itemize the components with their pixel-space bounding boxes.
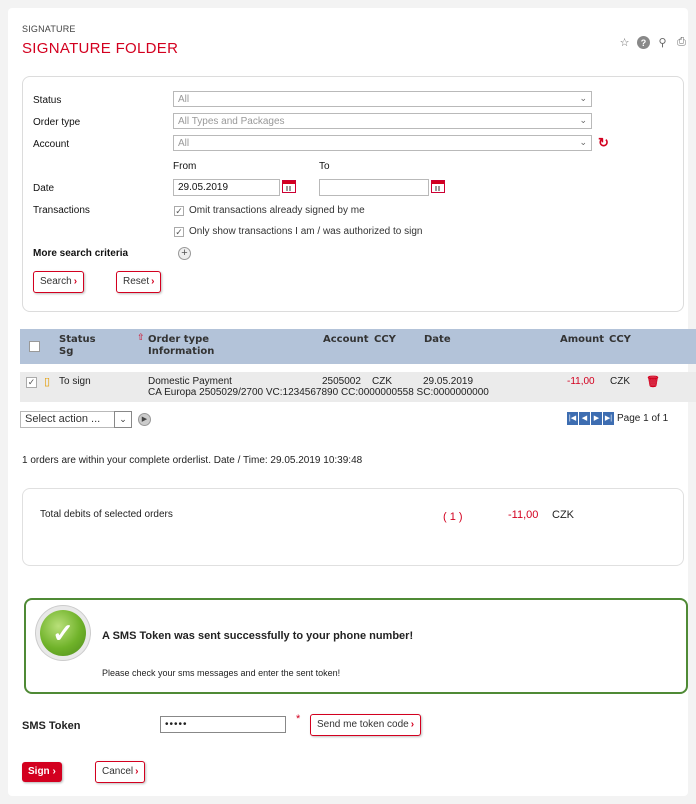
chevron-right-icon: › [410,719,415,730]
first-page-icon[interactable]: |◀ [567,412,578,425]
help-icon[interactable]: ? [637,36,650,49]
totals-ccy: CZK [552,509,574,521]
document-icon: ▯ [44,376,51,388]
date-from-input[interactable]: 29.05.2019 [173,179,280,196]
totals-count: ( 1 ) [443,511,463,523]
run-action-icon[interactable]: ▶ [138,413,151,426]
sign-button-label: Sign [28,766,50,777]
col-order-type[interactable]: Order type [148,334,209,345]
row-date: 29.05.2019 [423,376,474,387]
last-page-icon[interactable]: ▶| [603,412,614,425]
required-mark: * [296,713,301,725]
account-select-value: All [178,138,190,149]
only-authorized-label: Only show transactions I am / was author… [189,226,423,237]
transactions-label: Transactions [33,205,90,216]
send-token-button-label: Send me token code [317,719,409,730]
reset-button[interactable]: Reset › [116,271,162,293]
chevron-down-icon: ⌄ [579,93,587,103]
page-indicator: Page 1 of 1 [617,413,669,424]
row-amount-ccy: CZK [610,376,630,387]
order-type-select-value: All Types and Packages [178,116,285,127]
col-status[interactable]: Status [59,334,96,345]
pager: |◀ ◀ ▶ ▶| Page 1 of 1 [567,412,668,425]
delete-icon[interactable]: 🗑 [646,375,660,388]
row-information: CA Europa 2505029/2700 VC:1234567890 CC:… [148,387,489,398]
col-date[interactable]: Date [424,334,451,345]
row-status: To sign [59,376,91,387]
reset-button-label: Reset [123,276,150,287]
select-all-checkbox[interactable] [29,341,40,352]
star-icon[interactable]: ☆ [618,36,631,49]
to-label: To [319,161,330,172]
table-header: Status Sg ⇧ Order type Information Accou… [20,329,696,364]
row-amount: -11,00 [567,376,595,387]
expand-criteria-icon[interactable]: + [178,247,191,260]
sms-token-label: SMS Token [22,720,81,732]
cancel-button[interactable]: Cancel › [95,761,146,783]
status-select[interactable]: All ⌄ [173,91,592,107]
refresh-icon[interactable]: ↻ [598,135,609,151]
chevron-right-icon: › [135,766,139,777]
search-button-label: Search [40,276,72,287]
action-select[interactable]: Select action ... [20,411,116,428]
prev-page-icon[interactable]: ◀ [579,412,590,425]
action-dropdown-toggle[interactable]: ⌄ [114,411,132,428]
chevron-right-icon: › [73,276,78,287]
account-select[interactable]: All ⌄ [173,135,592,151]
col-information: Information [148,346,215,357]
calendar-icon[interactable] [282,180,296,193]
row-checkbox[interactable]: ✓ [26,377,37,388]
chevron-down-icon: ⌄ [579,115,587,125]
sms-token-input[interactable]: ••••• [160,716,286,733]
account-label: Account [33,139,70,150]
omit-signed-label: Omit transactions already signed by me [189,205,365,216]
pin-icon[interactable]: ⚲ [656,36,669,49]
page-title: SIGNATURE FOLDER [22,40,179,57]
order-summary: 1 orders are within your complete orderl… [22,455,363,466]
chevron-right-icon: › [151,276,155,287]
order-type-label: Order type [33,117,81,128]
search-button[interactable]: Search › [33,271,85,293]
message-body: Please check your sms messages and enter… [102,668,341,678]
next-page-icon[interactable]: ▶ [591,412,602,425]
breadcrumb: SIGNATURE [22,24,76,34]
more-criteria-label: More search criteria [33,248,129,259]
totals-amount: -11,00 [508,509,539,521]
col-ccy[interactable]: CCY [374,334,396,345]
check-icon: ✓ [40,610,86,656]
action-select-value: Select action ... [25,413,101,425]
date-label: Date [33,183,55,194]
table-row[interactable]: ✓ ▯ To sign Domestic Payment 2505002 CZK… [20,372,696,402]
status-select-value: All [178,94,190,105]
chevron-down-icon: ⌄ [579,137,587,147]
chevron-right-icon: › [52,766,56,777]
col-ccy2[interactable]: CCY [609,334,631,345]
message-title: A SMS Token was sent successfully to you… [102,630,414,642]
send-token-button[interactable]: Send me token code › [310,714,422,736]
omit-signed-checkbox[interactable]: ✓ [174,206,184,216]
page-tools: ☆ ? ⚲ ⎙ [618,36,688,49]
row-order-type[interactable]: Domestic Payment [148,376,232,387]
order-type-select[interactable]: All Types and Packages ⌄ [173,113,592,129]
totals-panel: Total debits of selected orders ( 1 ) -1… [22,488,684,566]
totals-label: Total debits of selected orders [40,509,173,520]
row-ccy: CZK [372,376,392,387]
col-account[interactable]: Account [323,334,368,345]
status-label: Status [33,95,62,106]
print-icon[interactable]: ⎙ [675,36,688,49]
sort-icon[interactable]: ⇧ [137,332,145,343]
search-panel: Status All ⌄ Order type All Types and Pa… [22,76,684,312]
sign-button[interactable]: Sign › [22,762,62,782]
calendar-icon[interactable] [431,180,445,193]
row-account: 2505002 [322,376,361,387]
only-authorized-checkbox[interactable]: ✓ [174,227,184,237]
cancel-button-label: Cancel [102,766,134,777]
date-to-input[interactable] [319,179,429,196]
col-amount[interactable]: Amount [560,334,604,345]
col-status-sub: Sg [59,346,74,357]
sms-success-message: ✓ A SMS Token was sent successfully to y… [24,598,688,694]
from-label: From [173,161,197,172]
